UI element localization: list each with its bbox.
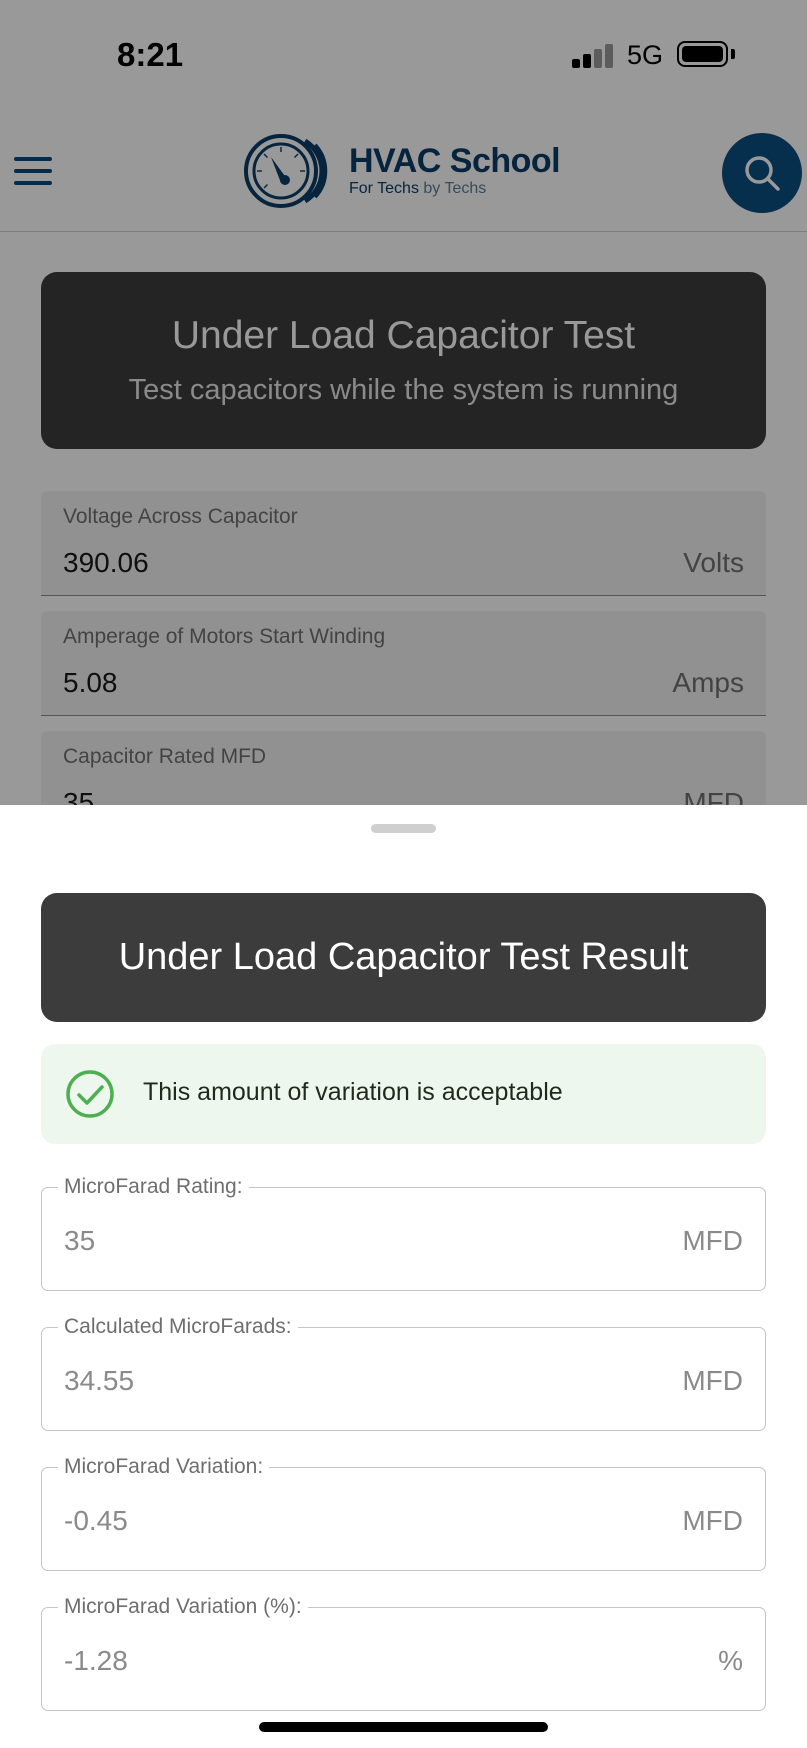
modal-backdrop[interactable] bbox=[0, 0, 807, 805]
field-label: Calculated MicroFarads: bbox=[58, 1315, 298, 1339]
success-alert: This amount of variation is acceptable bbox=[41, 1044, 766, 1144]
home-indicator[interactable] bbox=[259, 1722, 548, 1732]
field-label: MicroFarad Variation: bbox=[58, 1455, 270, 1479]
field-unit: MFD bbox=[682, 1225, 743, 1256]
sheet-grabber[interactable] bbox=[371, 824, 436, 833]
field-unit: MFD bbox=[682, 1505, 743, 1536]
result-header-card: Under Load Capacitor Test Result bbox=[41, 893, 766, 1022]
alert-message: This amount of variation is acceptable bbox=[143, 1078, 563, 1106]
mfd-variation-field: MicroFarad Variation: -0.45 MFD bbox=[41, 1455, 766, 1571]
mfd-rating-field: MicroFarad Rating: 35 MFD bbox=[41, 1175, 766, 1291]
mfd-variation-percent-field: MicroFarad Variation (%): -1.28 % bbox=[41, 1595, 766, 1711]
field-unit: MFD bbox=[682, 1365, 743, 1396]
field-value: 34.55 bbox=[64, 1365, 135, 1396]
field-label: MicroFarad Variation (%): bbox=[58, 1595, 308, 1619]
result-bottom-sheet: Under Load Capacitor Test Result This am… bbox=[0, 805, 807, 1748]
field-value: 35 bbox=[64, 1225, 96, 1256]
calculated-mfd-field: Calculated MicroFarads: 34.55 MFD bbox=[41, 1315, 766, 1431]
check-circle-icon bbox=[66, 1070, 114, 1118]
field-label: MicroFarad Rating: bbox=[58, 1175, 249, 1199]
field-unit: % bbox=[718, 1645, 743, 1676]
field-value: -1.28 bbox=[64, 1645, 128, 1676]
result-title: Under Load Capacitor Test Result bbox=[118, 936, 689, 978]
calculator-page: 8:21 5G HVAC School For Techs by Techs U… bbox=[0, 0, 807, 805]
field-value: -0.45 bbox=[64, 1505, 128, 1536]
